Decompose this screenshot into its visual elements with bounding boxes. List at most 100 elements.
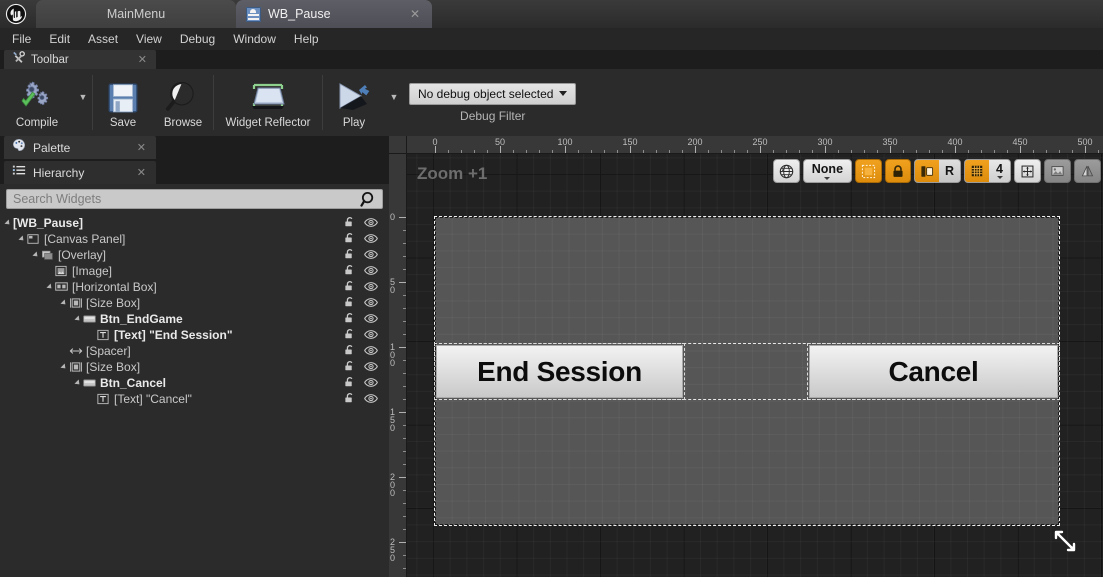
- expand-triangle-icon[interactable]: [46, 283, 54, 291]
- hierarchy-row[interactable]: [Text] "Cancel": [0, 391, 389, 407]
- eye-icon[interactable]: [364, 217, 378, 231]
- expand-triangle-icon[interactable]: [32, 251, 40, 259]
- menu-item-asset[interactable]: Asset: [79, 28, 127, 50]
- close-icon[interactable]: ✕: [137, 166, 146, 179]
- menu-item-help[interactable]: Help: [285, 28, 328, 50]
- unlocked-icon[interactable]: [344, 280, 356, 295]
- close-icon[interactable]: ✕: [410, 8, 420, 20]
- horizontal-ruler[interactable]: 0 50 100 150 200 250 300 350 400 450 500: [389, 136, 1103, 154]
- unlocked-icon[interactable]: [344, 312, 356, 327]
- expand-triangle-icon[interactable]: [74, 379, 82, 387]
- grid-snap-size[interactable]: 4: [989, 160, 1010, 182]
- menu-item-file[interactable]: File: [3, 28, 40, 50]
- eye-icon[interactable]: [364, 281, 378, 295]
- resize-diagonal-icon[interactable]: [1052, 528, 1078, 554]
- compile-dropdown-chevron-down-icon[interactable]: ▼: [74, 69, 92, 136]
- eye-icon[interactable]: [364, 361, 378, 375]
- unlocked-icon[interactable]: [344, 296, 356, 311]
- ruler-label: 0: [390, 212, 396, 222]
- btn-cancel[interactable]: Cancel: [809, 345, 1058, 398]
- close-icon[interactable]: ✕: [138, 53, 147, 66]
- close-icon[interactable]: ✕: [137, 141, 146, 154]
- unlocked-icon[interactable]: [344, 248, 356, 263]
- unlocked-icon[interactable]: [344, 232, 356, 247]
- debug-object-select[interactable]: No debug object selected: [409, 82, 577, 105]
- hbox-widget-icon: [55, 281, 68, 293]
- vertical-ruler[interactable]: 0 50 100 150 200 250: [389, 154, 407, 577]
- eye-icon[interactable]: [364, 233, 378, 247]
- image-icon[interactable]: [1044, 159, 1071, 183]
- hierarchy-row[interactable]: [Spacer]: [0, 343, 389, 359]
- eye-icon[interactable]: [364, 393, 378, 407]
- panel-tab-palette[interactable]: Palette ✕: [4, 136, 156, 159]
- editor-tab-wb-pause[interactable]: WB_Pause ✕: [236, 0, 432, 28]
- expand-triangle-icon[interactable]: [60, 363, 68, 371]
- search-input[interactable]: Search Widgets: [6, 189, 383, 209]
- compile-button[interactable]: Compile: [0, 69, 74, 136]
- search-icon[interactable]: [360, 191, 377, 213]
- localization-preview-toggle[interactable]: R: [914, 159, 962, 183]
- eye-icon[interactable]: [364, 297, 378, 311]
- hierarchy-row[interactable]: Btn_Cancel: [0, 375, 389, 391]
- designer-viewport[interactable]: Zoom +1 End Session Cancel 0 50 100 150 200 2…: [389, 136, 1103, 577]
- play-dropdown-chevron-down-icon[interactable]: ▼: [385, 69, 403, 136]
- ruler-minor-tick: [669, 150, 670, 153]
- menu-item-window[interactable]: Window: [224, 28, 285, 50]
- play-button[interactable]: Play: [323, 69, 385, 136]
- hierarchy-row[interactable]: [WB_Pause]: [0, 215, 389, 231]
- btn-end-session[interactable]: End Session: [436, 345, 683, 398]
- ruler-minor-tick: [403, 568, 406, 569]
- eye-icon[interactable]: [364, 377, 378, 391]
- unlocked-icon[interactable]: [344, 360, 356, 375]
- eye-icon[interactable]: [364, 329, 378, 343]
- zoom-preset-dropdown[interactable]: None: [802, 159, 853, 183]
- fill-screen-icon[interactable]: [1014, 159, 1041, 183]
- globe-icon[interactable]: [772, 159, 800, 183]
- hierarchy-row[interactable]: [Canvas Panel]: [0, 231, 389, 247]
- panel-tab-hierarchy[interactable]: Hierarchy ✕: [4, 161, 156, 184]
- hierarchy-row-actions: [344, 344, 378, 359]
- grid-snapping-toggle[interactable]: 4: [964, 159, 1011, 183]
- ruler-tick: [760, 146, 761, 153]
- widget-reflector-button[interactable]: Widget Reflector: [214, 69, 322, 136]
- ruler-tick: [565, 146, 566, 153]
- ruler-minor-tick: [1059, 150, 1060, 153]
- hierarchy-row[interactable]: [Overlay]: [0, 247, 389, 263]
- menu-item-view[interactable]: View: [127, 28, 171, 50]
- editor-tab-mainmenu[interactable]: MainMenu: [36, 0, 236, 28]
- hierarchy-row-label: [Image]: [72, 264, 113, 278]
- unlocked-icon[interactable]: [344, 216, 356, 231]
- eye-icon[interactable]: [364, 345, 378, 359]
- hierarchy-row[interactable]: [Image]: [0, 263, 389, 279]
- save-button[interactable]: Save: [93, 69, 153, 136]
- hierarchy-row[interactable]: [Horizontal Box]: [0, 279, 389, 295]
- dashed-outline-icon[interactable]: [855, 159, 883, 183]
- unlocked-icon[interactable]: [344, 392, 356, 407]
- expand-triangle-icon[interactable]: [60, 299, 68, 307]
- ruler-label: 500: [1077, 137, 1093, 147]
- mirror-icon[interactable]: [1074, 159, 1101, 183]
- wrench-screwdriver-icon: [12, 50, 25, 69]
- menu-item-debug[interactable]: Debug: [171, 28, 224, 50]
- eye-icon[interactable]: [364, 313, 378, 327]
- button-widget-icon: [83, 313, 96, 325]
- expand-triangle-icon[interactable]: [74, 315, 82, 323]
- lock-icon[interactable]: [885, 159, 912, 183]
- browse-button[interactable]: Browse: [153, 69, 213, 136]
- menu-item-edit[interactable]: Edit: [40, 28, 79, 50]
- eye-icon[interactable]: [364, 249, 378, 263]
- panel-tab-toolbar[interactable]: Toolbar ✕: [4, 50, 156, 69]
- expand-triangle-icon[interactable]: [4, 219, 12, 227]
- hierarchy-row[interactable]: [Size Box]: [0, 295, 389, 311]
- expand-triangle-icon[interactable]: [18, 235, 26, 243]
- unlocked-icon[interactable]: [344, 328, 356, 343]
- unlocked-icon[interactable]: [344, 344, 356, 359]
- hierarchy-row[interactable]: [Text] "End Session": [0, 327, 389, 343]
- hierarchy-row[interactable]: Btn_EndGame: [0, 311, 389, 327]
- hierarchy-row[interactable]: [Size Box]: [0, 359, 389, 375]
- unlocked-icon[interactable]: [344, 264, 356, 279]
- ruler-tick: [1085, 146, 1086, 153]
- eye-icon[interactable]: [364, 265, 378, 279]
- unlocked-icon[interactable]: [344, 376, 356, 391]
- hierarchy-row-actions: [344, 232, 378, 247]
